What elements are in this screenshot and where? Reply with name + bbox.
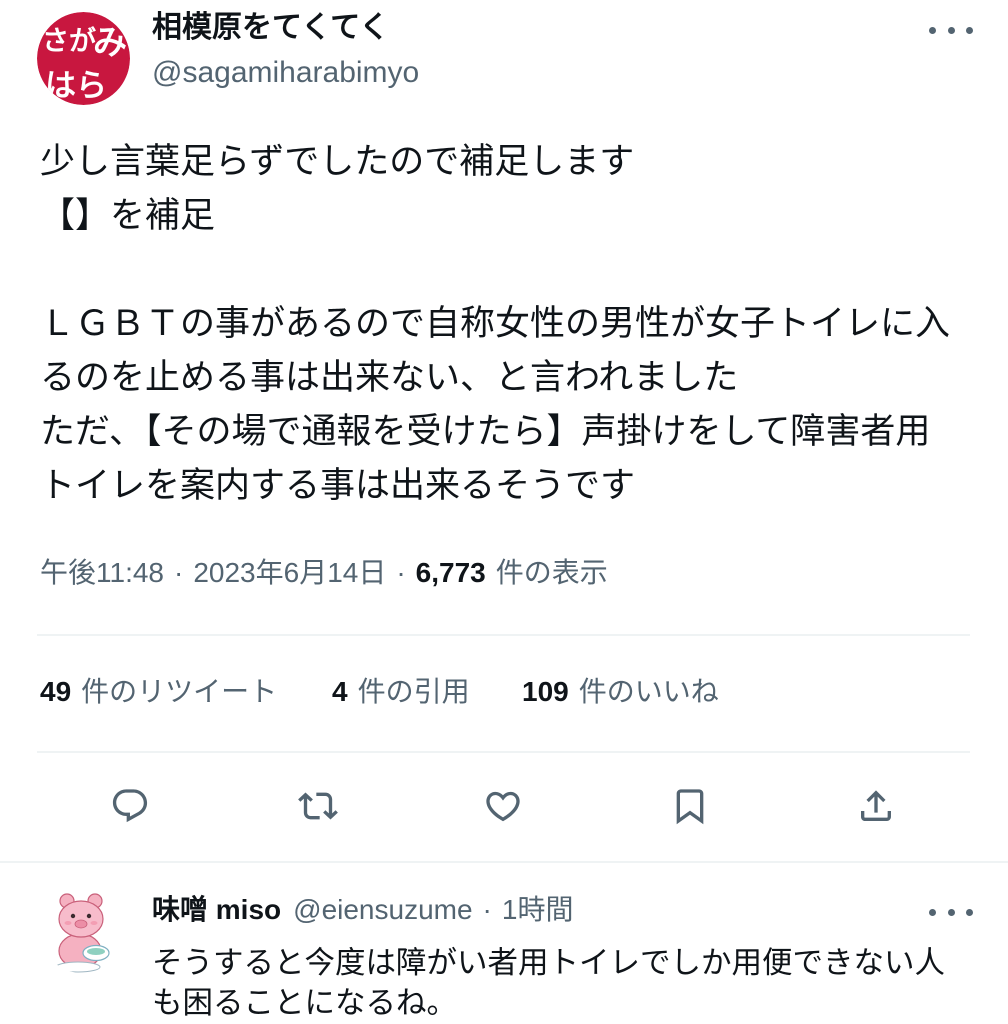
retweet-icon <box>298 792 338 820</box>
more-dot <box>947 908 955 916</box>
quotes-count: 4 <box>332 676 348 707</box>
likes-label: 件のいいね <box>578 676 719 707</box>
reply-display-name[interactable]: 味噌 miso <box>152 892 281 928</box>
character-cheek <box>90 921 98 925</box>
character-base <box>55 961 101 973</box>
more-dot <box>966 26 973 34</box>
retweet-button[interactable] <box>290 778 346 834</box>
tweet-text-line: トイレを案内する事は出来るそうです <box>40 466 636 505</box>
share-icon <box>861 790 891 821</box>
author-avatar[interactable]: さが み はら <box>37 12 130 105</box>
tweet-text-line: ＬＧＢＴの事があるので自称女性の男性が女子トイレに入 <box>40 304 951 343</box>
author-display-name[interactable]: 相模原をてくてく <box>152 10 389 46</box>
character-head <box>58 900 104 938</box>
retweets-count: 49 <box>40 676 72 707</box>
character-snout <box>74 919 88 929</box>
tweet-text-line: ただ、【その場で通報を受けたら】声掛けをして障害者用 <box>40 412 931 451</box>
more-dot <box>947 26 955 34</box>
tweet-text-line: 【】を補足 <box>40 196 216 235</box>
more-dot <box>929 26 936 34</box>
character-eye <box>86 913 92 919</box>
character-cheek <box>64 921 72 925</box>
bowl-content <box>87 948 105 955</box>
pink-character-avatar-icon <box>40 889 124 973</box>
retweets-label: 件のリツイート <box>81 676 278 707</box>
reply-icon <box>112 789 148 823</box>
tweet-text: 少し言葉足らずでしたので補足します 【】を補足 ＬＧＢＴの事があるので自称女性の… <box>40 135 995 513</box>
reply-time[interactable]: 1時間 <box>502 892 574 928</box>
divider <box>37 634 970 636</box>
tweet-time: 午後11:48 <box>40 557 164 588</box>
more-horizontal-icon[interactable] <box>929 20 973 40</box>
reply-button[interactable] <box>102 778 158 834</box>
tweet-paragraph: ＬＧＢＴの事があるので自称女性の男性が女子トイレに入 るのを止める事は出来ない、… <box>40 297 995 513</box>
more-horizontal-icon[interactable] <box>929 902 973 922</box>
share-button[interactable] <box>848 778 904 834</box>
reply-handle[interactable]: @eiensuzume <box>293 892 472 928</box>
reply-text-line: そうすると今度は障がい者用トイレでしか用便できない人 <box>152 946 945 980</box>
divider <box>37 751 970 753</box>
character-eye <box>70 913 76 919</box>
tweet-paragraph: 少し言葉足らずでしたので補足します 【】を補足 <box>40 135 995 243</box>
tweet-meta: 午後11:48 · 2023年6月14日 · 6,773 件の表示 <box>40 555 608 591</box>
likes-stat[interactable]: 109 件のいいね <box>522 674 719 710</box>
retweets-stat[interactable]: 49 件のリツイート <box>40 674 277 710</box>
reply-text-line: も困ることになるね。 <box>152 986 457 1020</box>
author-handle[interactable]: @sagamiharabimyo <box>152 55 419 91</box>
bookmark-icon <box>676 789 704 825</box>
bookmark-button[interactable] <box>662 778 718 834</box>
meta-separator: · <box>396 557 406 588</box>
tweet-text-line: 少し言葉足らずでしたので補足します <box>40 142 635 181</box>
reply-avatar[interactable] <box>40 889 124 973</box>
likes-count: 109 <box>522 676 569 707</box>
reply-separator: · <box>482 894 492 925</box>
quotes-stat[interactable]: 4 件の引用 <box>332 674 470 710</box>
logo-text-mi: み <box>93 23 127 63</box>
quotes-label: 件の引用 <box>357 676 470 707</box>
logo-text-saga: さが <box>42 25 96 57</box>
more-dot <box>929 908 936 916</box>
views-count: 6,773 <box>415 557 486 588</box>
more-dot <box>966 908 973 916</box>
section-divider <box>0 861 1008 863</box>
heart-icon <box>486 791 520 822</box>
sagamihara-logo: さが み はら <box>37 12 130 105</box>
reply-text: そうすると今度は障がい者用トイレでしか用便できない人 も困ることになるね。 <box>152 943 997 1023</box>
meta-separator: · <box>174 557 184 588</box>
views-label: 件の表示 <box>495 557 608 588</box>
like-button[interactable] <box>475 778 531 834</box>
reply-header: 味噌 miso @eiensuzume · 1時間 <box>152 892 573 928</box>
logo-text-hara: はら <box>45 68 107 104</box>
tweet-date: 2023年6月14日 <box>193 557 387 588</box>
tweet-text-line: るのを止める事は出来ない、と言われました <box>40 358 739 397</box>
